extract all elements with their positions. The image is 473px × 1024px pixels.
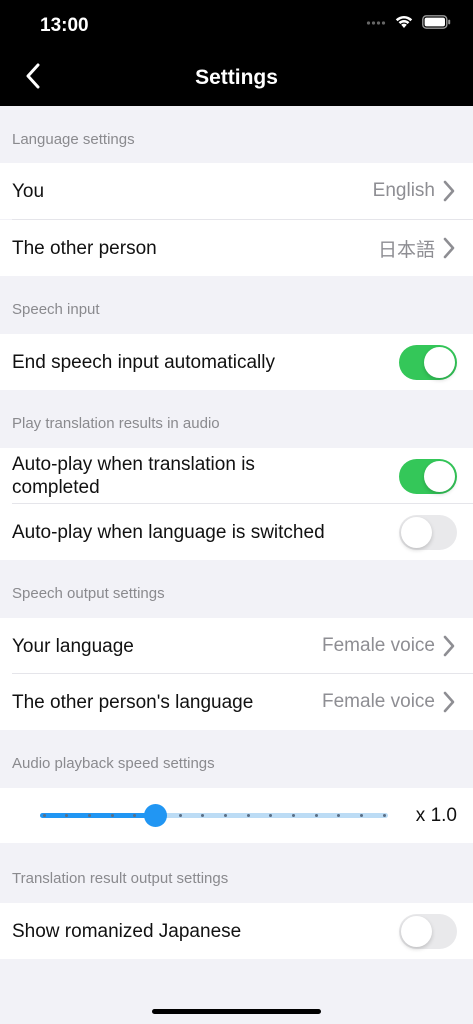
playback-speed-slider[interactable] — [40, 804, 388, 827]
section-header-play-audio: Play translation results in audio — [12, 415, 220, 432]
row-autoplay-completed: Auto-play when translation is completed — [0, 448, 473, 504]
row-label: Show romanized Japanese — [12, 920, 242, 942]
slider-tick — [382, 814, 386, 817]
wifi-icon — [394, 14, 414, 34]
end-speech-auto-toggle[interactable] — [399, 344, 457, 380]
row-label: Auto-play when language is switched — [12, 521, 325, 543]
home-indicator — [152, 1009, 321, 1014]
chevron-right-icon — [441, 180, 457, 202]
row-value: Female voice — [322, 635, 435, 656]
row-your-language-voice[interactable]: Your language Female voice — [0, 618, 473, 674]
signal-icon — [366, 15, 386, 33]
section-header-translation-output: Translation result output settings — [12, 870, 229, 887]
slider-tick — [42, 814, 46, 817]
row-label: Your language — [12, 635, 134, 657]
toggle-knob — [401, 516, 432, 548]
row-you-language[interactable]: You English — [0, 163, 473, 219]
top-bar: 13:00 Settings — [0, 0, 473, 106]
section-header-playback-speed: Audio playback speed settings — [12, 755, 215, 772]
slider-tick — [87, 814, 91, 817]
toggle-knob — [424, 346, 455, 378]
section-header-speech-output: Speech output settings — [12, 585, 165, 602]
toggle-knob — [424, 460, 455, 492]
row-show-romanized: Show romanized Japanese — [0, 903, 473, 959]
slider-tick — [178, 814, 182, 817]
section-header-language: Language settings — [12, 131, 135, 148]
battery-icon — [422, 14, 451, 34]
slider-tick — [223, 814, 227, 817]
toggle-knob — [401, 915, 432, 947]
slider-tick — [110, 814, 114, 817]
row-value: Female voice — [322, 691, 435, 712]
chevron-right-icon — [441, 237, 457, 259]
row-other-person-language[interactable]: The other person 日本語 — [0, 220, 473, 276]
chevron-right-icon — [441, 635, 457, 657]
chevron-right-icon — [441, 691, 457, 713]
slider-tick — [291, 814, 295, 817]
page-title: Settings — [195, 66, 278, 89]
row-value: 日本語 — [377, 239, 435, 261]
row-label: Auto-play when translation is completed — [12, 454, 255, 498]
row-label: You — [12, 180, 45, 202]
slider-tick — [201, 814, 205, 817]
row-autoplay-switched: Auto-play when language is switched — [0, 504, 473, 560]
slider-tick — [314, 814, 318, 817]
slider-tick — [246, 814, 250, 817]
playback-speed-row: x 1.0 — [0, 788, 473, 843]
row-label: The other person's language — [12, 691, 254, 713]
section-header-speech-input: Speech input — [12, 301, 100, 318]
status-icons — [366, 14, 451, 34]
slider-fill — [40, 813, 156, 818]
slider-tick — [359, 814, 363, 817]
autoplay-switched-toggle[interactable] — [399, 514, 457, 550]
autoplay-completed-toggle[interactable] — [399, 458, 457, 494]
row-value: English — [372, 180, 435, 201]
slider-thumb[interactable] — [144, 804, 168, 827]
show-romanized-toggle[interactable] — [399, 913, 457, 949]
playback-speed-value: x 1.0 — [415, 805, 457, 826]
row-end-speech-auto: End speech input automatically — [0, 334, 473, 390]
slider-tick — [337, 814, 341, 817]
row-other-language-voice[interactable]: The other person's language Female voice — [0, 674, 473, 730]
slider-tick — [269, 814, 273, 817]
row-label: The other person — [12, 237, 157, 259]
status-time: 13:00 — [40, 15, 89, 36]
row-label: End speech input automatically — [12, 351, 275, 373]
